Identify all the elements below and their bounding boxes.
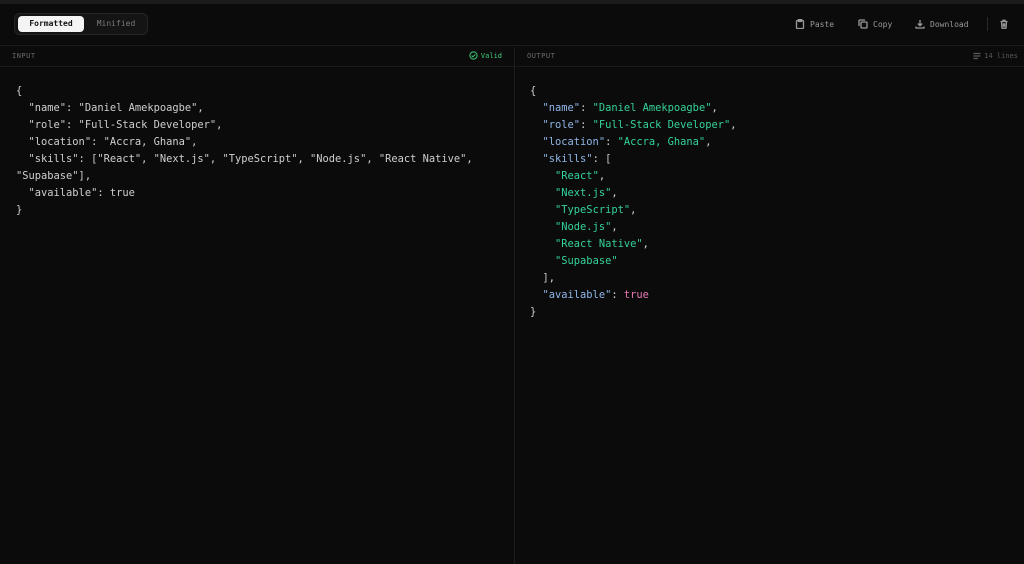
input-code-line: } [16, 204, 23, 216]
line-count-text: 14 lines [984, 52, 1018, 60]
output-code-line: "location": "Accra, Ghana", [542, 136, 712, 148]
output-code-line: "Node.js", [555, 221, 618, 233]
json-input-editor[interactable]: { "name": "Daniel Amekpoagbe", "role": "… [16, 83, 473, 219]
input-code-line: { [16, 85, 23, 97]
output-code-line: "skills": [ [542, 153, 612, 165]
output-code-line: "Supabase" [555, 255, 618, 267]
input-code-line: "name": "Daniel Amekpoagbe", [16, 102, 204, 114]
output-code-line: } [530, 306, 537, 318]
trash-icon [1000, 19, 1008, 29]
input-panel: INPUT Valid { "name": "Daniel Amekpoagbe… [0, 47, 515, 564]
copy-button-label: Copy [873, 19, 893, 29]
valid-status-text: Valid [480, 51, 502, 60]
output-code-line: "available": true [542, 289, 649, 301]
output-code-line: "TypeScript", [555, 204, 637, 216]
input-code-line: "Supabase"], [16, 170, 92, 182]
output-code-line: "React", [555, 170, 606, 182]
output-code-line: "role": "Full-Stack Developer", [542, 119, 737, 131]
download-button-label: Download [930, 19, 969, 29]
output-code-line: "name": "Daniel Amekpoagbe", [542, 102, 718, 114]
input-code-line: "role": "Full-Stack Developer", [16, 119, 223, 131]
check-circle-icon [469, 51, 478, 60]
input-panel-title: INPUT [12, 52, 36, 60]
input-panel-header: INPUT Valid [0, 47, 514, 67]
format-mode-toggle: Formatted Minified [14, 13, 148, 35]
toolbar-divider [987, 17, 988, 31]
paste-icon [795, 19, 805, 29]
input-code-line: "location": "Accra, Ghana", [16, 136, 198, 148]
line-count-badge: 14 lines [973, 52, 1018, 60]
output-panel-title: OUTPUT [527, 52, 556, 60]
copy-icon [858, 19, 868, 29]
input-code-line: "available": true [16, 187, 135, 199]
download-button[interactable]: Download [915, 16, 969, 32]
formatted-mode-button[interactable]: Formatted [18, 16, 84, 32]
lines-icon [973, 52, 981, 60]
output-code-line: { [530, 85, 537, 97]
toolbar: Formatted Minified Paste Copy Download [0, 4, 1024, 46]
copy-button[interactable]: Copy [858, 16, 892, 32]
output-panel-header: OUTPUT 14 lines [516, 47, 1024, 67]
input-code-line: "skills": ["React", "Next.js", "TypeScri… [16, 153, 473, 165]
paste-button[interactable]: Paste [795, 16, 834, 32]
output-code-line: "React Native", [555, 238, 649, 250]
clear-button[interactable] [999, 16, 1009, 32]
valid-status-badge: Valid [469, 51, 502, 60]
output-code-line: "Next.js", [555, 187, 618, 199]
json-output-viewer: { "name": "Daniel Amekpoagbe", "role": "… [530, 83, 737, 321]
minified-mode-button[interactable]: Minified [87, 16, 145, 32]
output-code-line: ], [530, 272, 556, 284]
paste-button-label: Paste [810, 19, 835, 29]
output-panel: OUTPUT 14 lines { "name": "Daniel Amekpo… [516, 47, 1024, 564]
download-icon [915, 20, 925, 29]
